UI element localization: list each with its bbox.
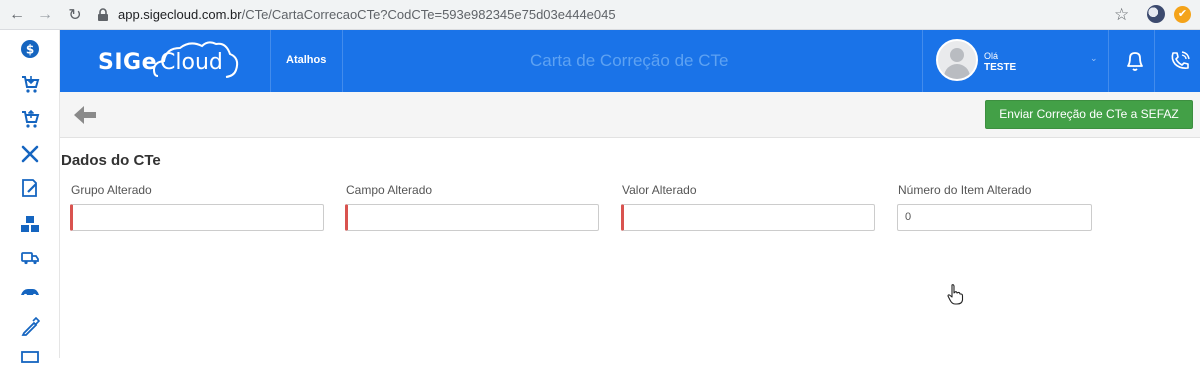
lock-icon bbox=[98, 7, 108, 21]
url-path: /CTe/CartaCorrecaoCTe?CodCTe=593e982345e… bbox=[241, 7, 616, 22]
cart-icon[interactable] bbox=[19, 108, 41, 130]
page-title: Carta de Correção de CTe bbox=[530, 51, 729, 70]
greeting-text: Olá bbox=[984, 51, 999, 61]
car-icon[interactable] bbox=[19, 281, 41, 303]
header-divider bbox=[1108, 30, 1109, 92]
sigecloud-logo[interactable]: SIGe Cloud bbox=[98, 40, 239, 80]
avatar[interactable] bbox=[936, 39, 978, 81]
bookmark-star-icon[interactable]: ☆ bbox=[1114, 5, 1129, 25]
value-altered-label: Valor Alterado bbox=[622, 183, 697, 197]
svg-text:$: $ bbox=[26, 43, 34, 57]
sidebar: $ bbox=[0, 30, 60, 363]
phone-icon[interactable] bbox=[1168, 49, 1192, 73]
reload-icon[interactable]: ↻ bbox=[64, 4, 86, 26]
header-divider bbox=[342, 30, 343, 92]
shortcuts-link[interactable]: Atalhos bbox=[286, 54, 326, 66]
chevron-down-icon[interactable]: ⌄ bbox=[1090, 53, 1098, 64]
edit-document-icon[interactable] bbox=[19, 177, 41, 199]
forward-icon[interactable]: → bbox=[34, 4, 56, 26]
extension-icon[interactable]: ✔ bbox=[1174, 6, 1191, 23]
arrow-left-icon[interactable] bbox=[72, 104, 98, 126]
user-name[interactable]: TESTE bbox=[984, 62, 1016, 73]
truck-icon[interactable] bbox=[19, 246, 41, 268]
header-divider bbox=[922, 30, 923, 92]
logo-sige-text: SIGe bbox=[98, 49, 158, 75]
tools-icon[interactable] bbox=[19, 143, 41, 165]
item-number-input[interactable]: 0 bbox=[897, 204, 1092, 231]
app-header: SIGe Cloud Atalhos Carta de Correção de … bbox=[60, 30, 1200, 92]
group-altered-input[interactable] bbox=[70, 204, 324, 231]
header-divider bbox=[1154, 30, 1155, 92]
dollar-icon[interactable]: $ bbox=[19, 38, 41, 60]
section-title: Dados do CTe bbox=[61, 152, 161, 169]
field-altered-input[interactable] bbox=[345, 204, 599, 231]
address-bar[interactable]: app.sigecloud.com.br/CTe/CartaCorrecaoCT… bbox=[96, 4, 1096, 26]
header-divider bbox=[270, 30, 271, 92]
monitor-icon[interactable] bbox=[19, 348, 41, 370]
bell-icon[interactable] bbox=[1124, 49, 1146, 73]
boxes-icon[interactable] bbox=[19, 213, 41, 235]
pencil-icon[interactable] bbox=[19, 316, 41, 338]
avatar-head bbox=[950, 48, 964, 62]
avatar-body bbox=[944, 64, 970, 79]
logo-cloud-wrap: Cloud bbox=[153, 40, 239, 78]
page-toolbar: Enviar Correção de CTe a SEFAZ bbox=[60, 92, 1200, 138]
field-altered-label: Campo Alterado bbox=[346, 183, 433, 197]
value-altered-input[interactable] bbox=[621, 204, 875, 231]
cart-icon[interactable] bbox=[19, 73, 41, 95]
url-host: app.sigecloud.com.br bbox=[118, 7, 242, 22]
group-altered-label: Grupo Alterado bbox=[71, 183, 152, 197]
logo-cloud-text: Cloud bbox=[160, 49, 223, 75]
back-icon[interactable]: ← bbox=[6, 4, 28, 26]
profile-extension-icon[interactable] bbox=[1147, 5, 1165, 23]
hand-cursor-icon bbox=[947, 284, 964, 305]
item-number-label: Número do Item Alterado bbox=[898, 183, 1032, 197]
browser-toolbar: ← → ↻ app.sigecloud.com.br/CTe/CartaCorr… bbox=[0, 0, 1200, 30]
send-correction-button[interactable]: Enviar Correção de CTe a SEFAZ bbox=[985, 100, 1193, 129]
